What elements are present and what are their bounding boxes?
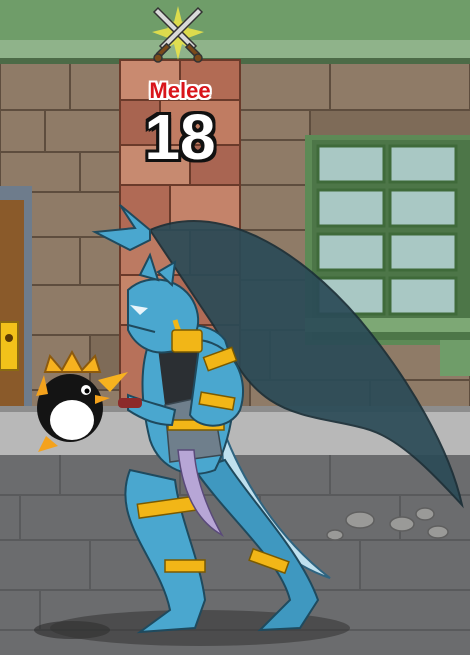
door <box>0 186 32 436</box>
crossed-swords-icon <box>152 6 204 63</box>
damage-number: 18 <box>144 101 216 173</box>
combat-hud: Melee 18 <box>110 4 250 174</box>
game-scene: Melee 18 <box>0 0 470 655</box>
